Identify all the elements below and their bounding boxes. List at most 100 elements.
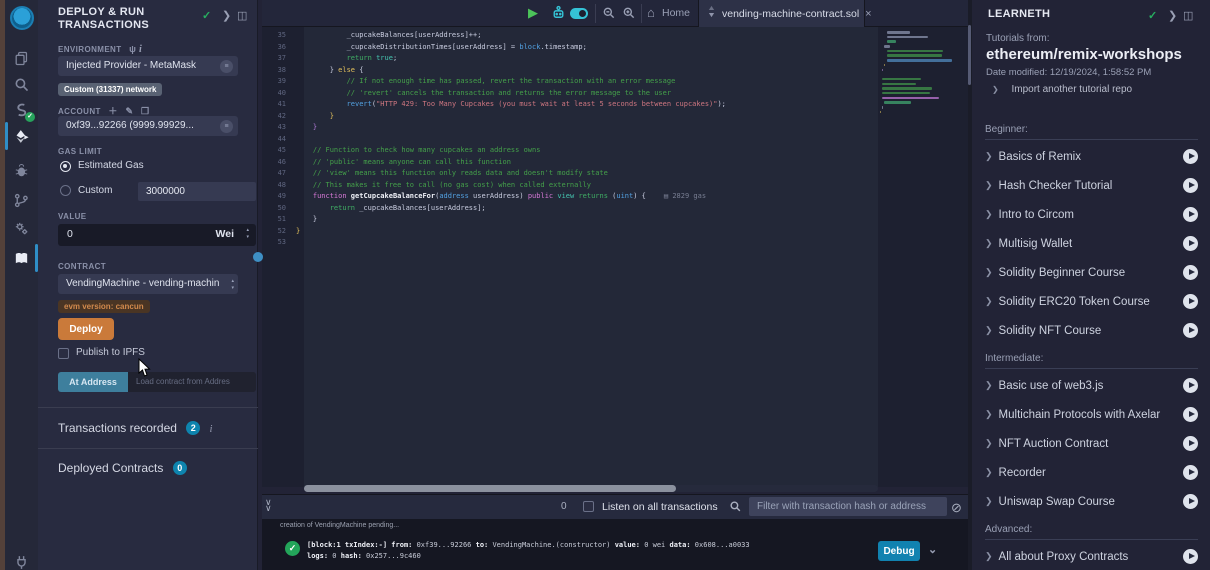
code-line[interactable]: 38 } else { (262, 66, 902, 78)
value-unit-select[interactable]: Wei (216, 228, 234, 240)
code-line[interactable]: 43 } (262, 123, 902, 135)
solidity-compiler-icon[interactable]: ✓ (5, 96, 38, 124)
code-line[interactable]: 50 return _cupcakeBalances[userAddress]; (262, 204, 902, 216)
custom-gas-radio[interactable] (60, 185, 71, 196)
transactions-info-icon[interactable]: i (210, 424, 213, 435)
code-line[interactable]: 37 return true; (262, 54, 902, 66)
tutorial-item[interactable]: ❯Basic use of web3.js (985, 371, 1198, 400)
play-tutorial-icon[interactable] (1183, 294, 1198, 309)
tutorial-item[interactable]: ❯All about Proxy Contracts (985, 542, 1198, 570)
copilot-toggle[interactable] (570, 8, 588, 19)
code-line[interactable]: 44 (262, 135, 902, 147)
code-line[interactable]: 46 // 'public' means anyone can call thi… (262, 158, 902, 170)
play-tutorial-icon[interactable] (1183, 494, 1198, 509)
deploy-run-icon[interactable] (5, 122, 38, 150)
listen-all-checkbox[interactable] (583, 501, 594, 512)
unit-updown-icon[interactable]: ▴▾ (246, 227, 249, 241)
terminal-collapse-icon[interactable]: ∨∨ (265, 499, 272, 511)
panel-expand-icon[interactable]: ❯ (222, 9, 231, 22)
play-tutorial-icon[interactable] (1183, 265, 1198, 280)
zoom-in-icon[interactable] (622, 6, 636, 25)
custom-gas-input[interactable]: 3000000 (138, 182, 256, 201)
run-script-icon[interactable]: ▶ (528, 5, 538, 21)
tutorial-item[interactable]: ❯NFT Auction Contract (985, 429, 1198, 458)
value-input[interactable]: 0 (67, 228, 73, 240)
play-tutorial-icon[interactable] (1183, 178, 1198, 193)
play-tutorial-icon[interactable] (1183, 549, 1198, 564)
code-line[interactable]: 35 _cupcakeBalances[userAddress]++; (262, 31, 902, 43)
tutorial-item[interactable]: ❯Solidity ERC20 Token Course (985, 287, 1198, 316)
deploy-button[interactable]: Deploy (58, 318, 114, 340)
play-tutorial-icon[interactable] (1183, 149, 1198, 164)
deployed-contracts-row[interactable]: Deployed Contracts 0 (58, 461, 187, 475)
log-expand-icon[interactable]: ⌄ (928, 543, 937, 556)
tutorial-item[interactable]: ❯Solidity NFT Course (985, 316, 1198, 345)
account-select[interactable]: 0xf39...92266 (9999.99929... ≡ (58, 116, 238, 136)
code-line[interactable]: 40 // 'revert' cancels the transaction a… (262, 89, 902, 101)
editor-hscroll-thumb[interactable] (304, 485, 676, 492)
code-line[interactable]: 52} (262, 227, 902, 239)
play-tutorial-icon[interactable] (1183, 407, 1198, 422)
code-lines[interactable]: 35 _cupcakeBalances[userAddress]++;36 _c… (262, 31, 902, 250)
transactions-recorded-row[interactable]: Transactions recorded 2 i ❯ (58, 421, 212, 435)
home-icon[interactable]: ⌂ (647, 5, 655, 20)
tutorial-item[interactable]: ❯Multisig Wallet (985, 229, 1198, 258)
code-line[interactable]: 36 _cupcakeDistributionTimes[userAddress… (262, 43, 902, 55)
add-account-icon[interactable]: ＋ (108, 106, 117, 116)
estimated-gas-radio[interactable] (60, 161, 71, 172)
code-line[interactable]: 45 // Function to check how many cupcake… (262, 146, 902, 158)
play-tutorial-icon[interactable] (1183, 465, 1198, 480)
learneth-layout-icon[interactable]: ◫ (1183, 9, 1193, 22)
tutorial-item[interactable]: ❯Intro to Circom (985, 200, 1198, 229)
panel-layout-icon[interactable]: ◫ (237, 9, 247, 22)
code-line[interactable]: 53 (262, 238, 902, 250)
tutorial-item[interactable]: ❯Basics of Remix (985, 142, 1198, 171)
play-tutorial-icon[interactable] (1183, 378, 1198, 393)
learneth-book-icon[interactable] (5, 244, 38, 272)
code-line[interactable]: 49 function getCupcakeBalanceFor(address… (262, 192, 902, 204)
contract-select[interactable]: VendingMachine - vending-machin ▴▾ (58, 274, 238, 294)
tutorial-item[interactable]: ❯Recorder (985, 458, 1198, 487)
edit-account-icon[interactable]: ✎ (125, 106, 133, 116)
tutorial-item[interactable]: ❯Multichain Protocols with Axelar (985, 400, 1198, 429)
code-line[interactable]: 48 // This makes it free to call (no gas… (262, 181, 902, 193)
transaction-log[interactable]: [block:1 txIndex:-] from: 0xf39...92266 … (307, 540, 867, 562)
environment-select[interactable]: Injected Provider - MetaMask ≡ (58, 56, 238, 76)
file-explorer-icon[interactable] (5, 44, 38, 72)
info-icon[interactable]: i (139, 44, 142, 55)
breakpoint-dot[interactable] (253, 252, 263, 262)
copy-account-icon[interactable]: ❐ (141, 106, 149, 116)
git-icon[interactable] (5, 186, 38, 214)
tutorial-item[interactable]: ❯Solidity Beginner Course (985, 258, 1198, 287)
right-panel-scrollbar[interactable] (968, 25, 971, 85)
transaction-filter-input[interactable] (749, 497, 947, 516)
debug-button[interactable]: Debug (878, 541, 920, 561)
tab-vending-machine-contract[interactable]: vending-machine-contract.sol × (698, 0, 865, 27)
ai-assistant-icon[interactable] (550, 4, 567, 27)
zoom-out-icon[interactable] (602, 6, 616, 25)
at-address-button[interactable]: At Address (58, 372, 128, 392)
code-line[interactable]: 39 // If not enough time has passed, rev… (262, 77, 902, 89)
code-line[interactable]: 41 revert("HTTP 429: Too Many Cupcakes (… (262, 100, 902, 112)
publish-ipfs-checkbox[interactable] (58, 348, 69, 359)
settings-icon[interactable] (5, 214, 38, 242)
play-tutorial-icon[interactable] (1183, 236, 1198, 251)
tutorial-item[interactable]: ❯Uniswap Swap Course (985, 487, 1198, 516)
at-address-input[interactable]: Load contract from Addres (136, 377, 230, 386)
account-copy-icon[interactable]: ≡ (220, 120, 233, 133)
tutorial-item[interactable]: ❯Hash Checker Tutorial (985, 171, 1198, 200)
environment-settings-icon[interactable]: ≡ (220, 60, 233, 73)
learneth-expand-icon[interactable]: ❯ (1168, 9, 1177, 22)
code-line[interactable]: 51 } (262, 215, 902, 227)
play-tutorial-icon[interactable] (1183, 323, 1198, 338)
plugin-plug-icon[interactable] (5, 548, 38, 570)
debugger-icon[interactable] (5, 156, 38, 184)
home-tab[interactable]: Home (662, 7, 690, 19)
play-tutorial-icon[interactable] (1183, 436, 1198, 451)
code-line[interactable]: 42 } (262, 112, 902, 124)
search-icon[interactable] (5, 70, 38, 98)
clear-console-icon[interactable]: ⊘ (951, 500, 962, 516)
code-line[interactable]: 47 // 'view' means this function only re… (262, 169, 902, 181)
play-tutorial-icon[interactable] (1183, 207, 1198, 222)
tab-close-icon[interactable]: × (865, 8, 871, 20)
